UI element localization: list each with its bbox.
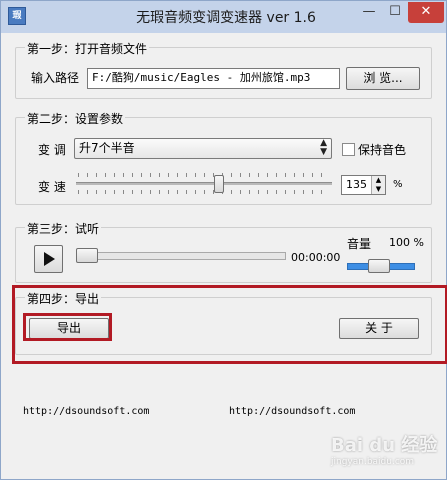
- keep-tone-label: 保持音色: [358, 143, 407, 157]
- website-link-left[interactable]: http://dsoundsoft.com: [23, 406, 149, 417]
- browse-button[interactable]: 浏 览...: [346, 67, 420, 90]
- app-window: 瑕 无瑕音频变调变速器 ver 1.6 — ☐ ✕ 第一步：打开音频文件 输入路…: [0, 0, 447, 480]
- play-icon: [44, 252, 55, 266]
- pitch-select[interactable]: 升7个半音 ▲ ▼: [74, 138, 332, 159]
- speed-slider-thumb[interactable]: [213, 175, 224, 193]
- speed-unit: %: [393, 179, 403, 190]
- step1-title: 第一步：打开音频文件: [25, 40, 150, 57]
- keep-tone-checkbox[interactable]: [342, 143, 355, 156]
- playback-time: 00:00:00: [291, 251, 341, 264]
- minimize-button[interactable]: —: [356, 2, 382, 23]
- playback-progress-thumb[interactable]: [76, 248, 98, 263]
- step1-group: 第一步：打开音频文件 输入路径 F:/酷狗/music/Eagles - 加州旅…: [15, 40, 432, 99]
- volume-value: 100 %: [389, 236, 424, 249]
- maximize-button[interactable]: ☐: [382, 2, 408, 23]
- speed-value: 135: [346, 178, 367, 191]
- title-bar[interactable]: 瑕 无瑕音频变调变速器 ver 1.6 — ☐ ✕: [1, 1, 446, 33]
- pitch-label: 变 调: [38, 143, 66, 157]
- spin-arrows-icon[interactable]: ▲ ▼: [371, 176, 385, 194]
- path-label: 输入路径: [31, 71, 80, 85]
- play-button[interactable]: [34, 245, 63, 273]
- chevron-up-down-icon: ▲ ▼: [320, 138, 327, 157]
- step2-group: 第二步：设置参数 变 调 升7个半音 ▲ ▼ 保持音色 变 速 135 ▲ ▼ %: [15, 110, 432, 205]
- step2-title: 第二步：设置参数: [25, 110, 126, 127]
- speed-label: 变 速: [38, 180, 66, 194]
- watermark-sub: jingyan.baidu.com: [331, 457, 415, 467]
- speed-ticks-bottom: [78, 190, 328, 194]
- pitch-select-value: 升7个半音: [79, 141, 135, 155]
- watermark-main: Bai du 经验: [331, 435, 438, 456]
- step3-group: 第三步：试听 00:00:00 音量 100 %: [15, 220, 432, 283]
- speed-spinbox[interactable]: 135 ▲ ▼: [341, 175, 386, 195]
- playback-progress-track[interactable]: [76, 252, 286, 260]
- website-link-right[interactable]: http://dsoundsoft.com: [229, 406, 355, 417]
- path-input[interactable]: F:/酷狗/music/Eagles - 加州旅馆.mp3: [87, 68, 340, 89]
- app-icon: 瑕: [8, 7, 26, 25]
- export-highlight-box: [23, 313, 112, 341]
- window-title: 无瑕音频变调变速器 ver 1.6: [136, 10, 316, 26]
- volume-label: 音量: [347, 237, 372, 251]
- baidu-watermark: Bai du 经验 jingyan.baidu.com: [331, 431, 443, 471]
- volume-slider-thumb[interactable]: [368, 259, 390, 273]
- speed-slider-track[interactable]: [76, 182, 332, 185]
- close-button[interactable]: ✕: [408, 2, 444, 23]
- speed-ticks-top: [78, 173, 328, 177]
- step3-title: 第三步：试听: [25, 220, 102, 237]
